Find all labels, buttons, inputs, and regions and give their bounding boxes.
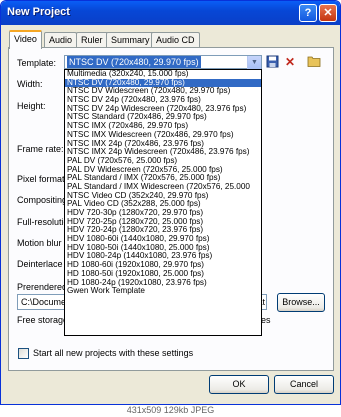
template-option[interactable]: HDV 1080-24p (1440x1080, 23.976 fps) <box>65 252 261 261</box>
ok-button[interactable]: OK <box>209 375 269 394</box>
template-option[interactable]: NTSC IMX Widescreen (720x486, 29.970 fps… <box>65 131 261 140</box>
template-option[interactable]: NTSC DV 24p Widescreen (720x480, 23.976 … <box>65 105 261 114</box>
template-option[interactable]: PAL Standard / IMX (720x576, 25.000 fps) <box>65 174 261 183</box>
template-selected-value: NTSC DV (720x480, 29.970 fps) <box>67 56 201 68</box>
template-option[interactable]: HDV 720-24p (1280x720, 23.976 fps) <box>65 226 261 235</box>
close-button[interactable]: ✕ <box>319 4 337 22</box>
template-option[interactable]: PAL DV (720x576, 25.000 fps) <box>65 157 261 166</box>
template-option[interactable]: NTSC Standard (720x486, 29.970 fps) <box>65 113 261 122</box>
template-option[interactable]: NTSC DV 24p (720x480, 23.976 fps) <box>65 96 261 105</box>
frame-rate-label: Frame rate: <box>17 144 64 154</box>
tab-ruler[interactable]: Ruler <box>76 32 108 48</box>
template-select[interactable]: NTSC DV (720x480, 29.970 fps) ▼ <box>64 55 262 69</box>
height-label: Height: <box>17 101 46 111</box>
new-project-dialog: New Project ? ✕ Video Audio Ruler Summar… <box>0 0 341 405</box>
tab-video[interactable]: Video <box>9 30 42 49</box>
template-option[interactable]: HDV 1080-50i (1440x1080, 25.000 fps) <box>65 244 261 253</box>
free-storage-label: Free storage <box>17 315 69 325</box>
template-dropdown-list[interactable]: Multimedia (320x240, 15.000 fps) NTSC DV … <box>64 69 262 336</box>
pixel-format-label: Pixel format: <box>17 174 68 184</box>
template-option[interactable]: NTSC DV Widescreen (720x480, 29.970 fps) <box>65 87 261 96</box>
template-option[interactable]: NTSC IMX (720x486, 29.970 fps) <box>65 122 261 131</box>
delete-template-icon[interactable]: ✕ <box>283 55 297 69</box>
image-info: 431x509 129kb JPEG <box>126 405 215 415</box>
title-bar[interactable]: New Project ? ✕ <box>1 1 340 25</box>
template-label: Template: <box>17 58 57 68</box>
tab-summary[interactable]: Summary <box>106 32 155 48</box>
template-option[interactable]: PAL Standard / IMX Widescreen (720x576, … <box>65 183 261 192</box>
cancel-button[interactable]: Cancel <box>274 375 334 394</box>
template-option[interactable]: HDV 720-25p (1280x720, 25.000 fps) <box>65 218 261 227</box>
tab-audio-cd[interactable]: Audio CD <box>151 32 200 48</box>
template-option[interactable]: NTSC IMX 24p (720x486, 23.976 fps) <box>65 140 261 149</box>
save-template-icon[interactable] <box>265 55 279 69</box>
template-option[interactable]: NTSC IMX 24p Widescreen (720x486, 23.976… <box>65 148 261 157</box>
deinterlace-label: Deinterlace n <box>17 259 71 269</box>
image-footer: 431x509 129kb JPEG <box>0 405 341 417</box>
path-value: C:\Docume <box>21 297 67 307</box>
tab-audio[interactable]: Audio <box>44 32 78 48</box>
compositing-label: Compositing <box>17 195 68 205</box>
template-option[interactable]: HDV 720-30p (1280x720, 29.970 fps) <box>65 209 261 218</box>
template-option[interactable]: HD 1080-50i (1920x1080, 25.000 fps) <box>65 270 261 279</box>
width-label: Width: <box>17 79 43 89</box>
start-all-checkbox[interactable] <box>18 348 29 359</box>
template-option[interactable]: HDV 1080-60i (1440x1080, 29.970 fps) <box>65 235 261 244</box>
free-storage-suffix: es <box>261 315 271 325</box>
template-option[interactable]: HD 1080-24p (1920x1080, 23.976 fps) <box>65 279 261 288</box>
template-option[interactable]: NTSC Video CD (352x240, 29.970 fps) <box>65 192 261 201</box>
prerendered-label: Prerendered <box>17 282 68 292</box>
browse-button[interactable]: Browse... <box>277 293 325 312</box>
folder-icon[interactable] <box>307 55 321 69</box>
chevron-down-icon[interactable]: ▼ <box>247 56 261 69</box>
template-option[interactable]: Multimedia (320x240, 15.000 fps) <box>65 70 261 79</box>
template-option[interactable]: Gwen Work Template <box>65 287 261 296</box>
template-option[interactable]: PAL Video CD (352x288, 25.000 fps) <box>65 200 261 209</box>
full-resolution-label: Full-resolutio <box>17 217 69 227</box>
template-option[interactable]: PAL DV Widescreen (720x576, 25.000 fps) <box>65 166 261 175</box>
start-all-label: Start all new projects with these settin… <box>33 348 194 358</box>
motion-blur-label: Motion blur t <box>17 238 67 248</box>
window-title: New Project <box>7 6 70 18</box>
template-option[interactable]: HD 1080-60i (1920x1080, 29.970 fps) <box>65 261 261 270</box>
help-button[interactable]: ? <box>299 4 317 22</box>
template-option[interactable]: NTSC DV (720x480, 29.970 fps) <box>65 78 261 88</box>
